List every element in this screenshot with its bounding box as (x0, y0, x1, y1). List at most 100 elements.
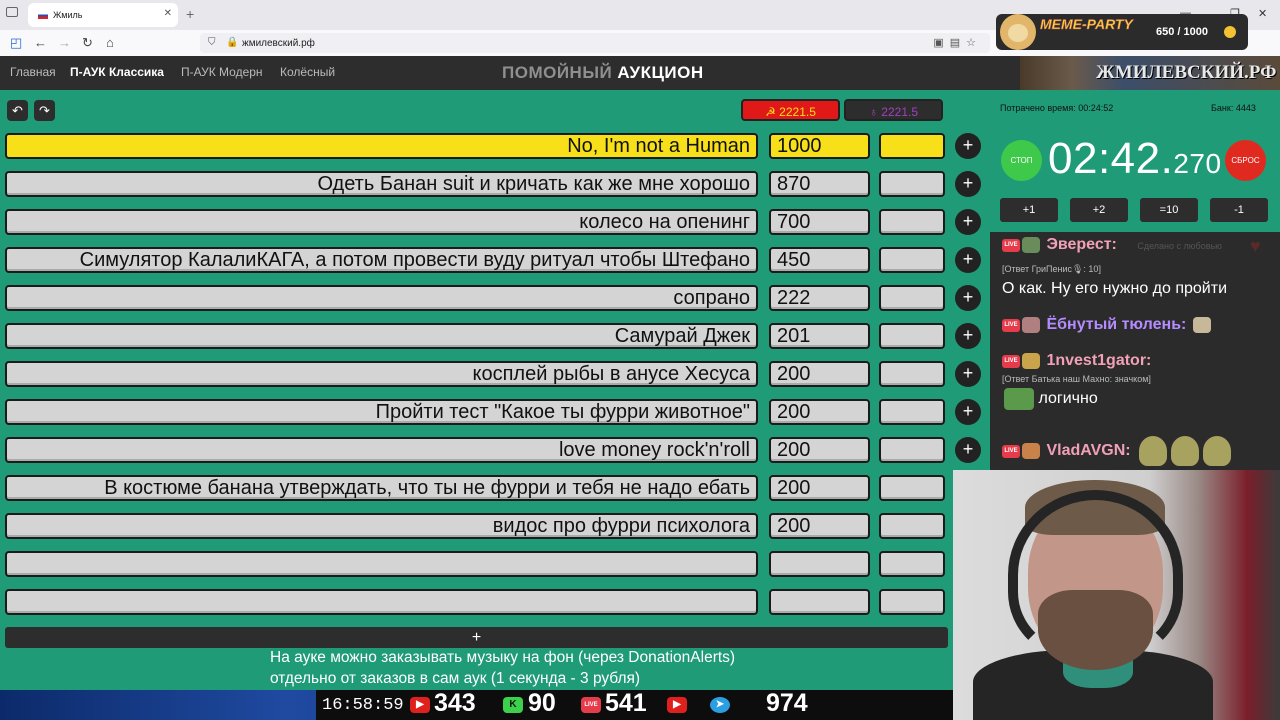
stop-button[interactable]: СТОП (1001, 140, 1042, 181)
redo-button[interactable]: ↷ (34, 100, 55, 121)
lot-add-amount-input[interactable] (879, 361, 945, 387)
sidebar-icon[interactable]: ◰ (10, 35, 22, 51)
chat-username: 1nvest1gator: (1046, 352, 1152, 369)
lot-name-input[interactable]: No, I'm not a Human (5, 133, 758, 159)
lot-add-amount-input[interactable] (879, 209, 945, 235)
pepe-emote-icon (1004, 388, 1034, 411)
lot-add-amount-input[interactable] (879, 247, 945, 273)
new-tab-icon[interactable]: + (186, 6, 194, 22)
lot-add-amount-input[interactable] (879, 551, 945, 577)
lot-name-input[interactable]: Самурай Джек (5, 323, 758, 349)
headset-icon (1008, 490, 1183, 660)
lot-name-input[interactable]: В костюме банана утверждать, что ты не ф… (5, 475, 758, 501)
lot-name-input[interactable]: Симулятор КалалиКАГА, а потом провести в… (5, 247, 758, 273)
lot-amount-input[interactable]: 200 (769, 437, 870, 463)
live-badge-icon: LIVE (1002, 238, 1020, 252)
meme-party-widget[interactable]: MEME-PARTY 650 / 1000 (996, 14, 1248, 50)
lot-amount-input[interactable]: 200 (769, 513, 870, 539)
meme-party-logo: MEME-PARTY (1040, 16, 1133, 33)
nav-home[interactable]: Главная (10, 65, 56, 79)
lot-add-amount-input[interactable] (879, 589, 945, 615)
add-amount-button[interactable]: + (955, 437, 981, 463)
add-amount-button[interactable]: + (955, 399, 981, 425)
lot-amount-input[interactable] (769, 551, 870, 577)
close-tab-icon[interactable]: ✕ (164, 8, 172, 19)
add-amount-button[interactable]: + (955, 361, 981, 387)
url-bar-icons[interactable]: ▣▤☆ (933, 36, 982, 49)
reload-icon[interactable]: ↻ (82, 35, 93, 51)
tab-list-icon[interactable] (6, 7, 18, 17)
chat-reply-text: [Ответ Батька наш Махно: значком] (1002, 374, 1151, 385)
add-lot-button[interactable]: + (5, 627, 948, 648)
lot-amount-input[interactable]: 700 (769, 209, 870, 235)
lot-add-amount-input[interactable] (879, 437, 945, 463)
timer-minus-1-button[interactable]: -1 (1210, 198, 1268, 222)
chat-reply-text: [Ответ ГриПенис🎙: 10] (1002, 264, 1101, 274)
add-amount-button[interactable]: + (955, 285, 981, 311)
lot-name-input[interactable]: love money rock'n'roll (5, 437, 758, 463)
timer-plus-1-button[interactable]: +1 (1000, 198, 1058, 222)
add-amount-button[interactable]: + (955, 133, 981, 159)
lot-name-input[interactable]: косплей рыбы в анусе Хесуса (5, 361, 758, 387)
lot-name-input[interactable] (5, 551, 758, 577)
add-amount-button[interactable]: + (955, 323, 981, 349)
nav-modern[interactable]: П-АУК Модерн (181, 65, 263, 79)
emote-icon (1022, 317, 1040, 333)
lot-amount-input[interactable]: 222 (769, 285, 870, 311)
total-red-button[interactable]: ☭ 2221.5 (741, 99, 840, 121)
lot-name-input[interactable]: видос про фурри психолога (5, 513, 758, 539)
lot-add-amount-input[interactable] (879, 399, 945, 425)
lot-amount-input[interactable]: 200 (769, 475, 870, 501)
chat-username: Эверест: (1046, 236, 1117, 253)
frog-emote-icon (1171, 436, 1200, 466)
back-icon[interactable]: ← (34, 35, 47, 50)
reset-button[interactable]: СБРОС (1225, 140, 1266, 181)
close-window-icon[interactable]: ✕ (1258, 7, 1267, 20)
nav-classic[interactable]: П-АУК Классика (70, 65, 164, 79)
lot-name-input[interactable] (5, 589, 758, 615)
chat-username: VladAVGN: (1046, 442, 1131, 459)
total-dark-button[interactable]: ♁ 2221.5 (844, 99, 943, 121)
live-badge-icon: LIVE (1002, 444, 1020, 458)
timer-set-10-button[interactable]: =10 (1140, 198, 1198, 222)
heart-icon: ♥ (1250, 236, 1261, 256)
lot-amount-input[interactable]: 870 (769, 171, 870, 197)
chat-message: LIVE Эверест: Сделано с любовью (1002, 236, 1222, 254)
lot-name-input[interactable]: Одеть Банан suit и кричать как же мне хо… (5, 171, 758, 197)
lot-add-amount-input[interactable] (879, 475, 945, 501)
shield-icon[interactable]: ⛉ (208, 37, 216, 48)
lot-amount-input[interactable]: 450 (769, 247, 870, 273)
add-amount-button[interactable]: + (955, 247, 981, 273)
lot-name-input[interactable]: колесо на опенинг (5, 209, 758, 235)
browser-tab[interactable]: Жмиль ✕ (28, 3, 178, 27)
lot-amount-input[interactable] (769, 589, 870, 615)
doge-icon (1000, 14, 1036, 50)
lot-add-amount-input[interactable] (879, 133, 945, 159)
footer-clock: 16:58:59 (322, 696, 404, 715)
chat-overlay: LIVE Эверест: Сделано с любовью [Ответ Г… (990, 232, 1280, 470)
nav-wheel[interactable]: Колёсный (280, 65, 335, 79)
lot-name-input[interactable]: Пройти тест "Какое ты фурри животное" (5, 399, 758, 425)
page-title: ПОМОЙНЫЙ АУКЦИОН (502, 63, 704, 83)
url-text[interactable]: жмилевский.рф (242, 38, 315, 49)
undo-button[interactable]: ↶ (7, 100, 28, 121)
lot-amount-input[interactable]: 201 (769, 323, 870, 349)
timer-plus-2-button[interactable]: +2 (1070, 198, 1128, 222)
home-icon[interactable]: ⌂ (106, 35, 114, 50)
lot-amount-input[interactable]: 1000 (769, 133, 870, 159)
lot-amount-input[interactable]: 200 (769, 361, 870, 387)
lot-add-amount-input[interactable] (879, 285, 945, 311)
coin-icon (1224, 26, 1236, 38)
lot-add-amount-input[interactable] (879, 171, 945, 197)
frog-emote-icon (1139, 436, 1168, 466)
add-amount-button[interactable]: + (955, 171, 981, 197)
add-amount-button[interactable]: + (955, 209, 981, 235)
forward-icon[interactable]: → (58, 35, 71, 50)
address-bar[interactable]: ⛉ 🔒 жмилевский.рф ▣▤☆ (200, 33, 990, 53)
lot-amount-input[interactable]: 200 (769, 399, 870, 425)
lot-add-amount-input[interactable] (879, 513, 945, 539)
lot-add-amount-input[interactable] (879, 323, 945, 349)
lot-name-input[interactable]: сопрано (5, 285, 758, 311)
lock-icon[interactable]: 🔒 (226, 37, 238, 48)
title-main: АУКЦИОН (617, 63, 704, 82)
